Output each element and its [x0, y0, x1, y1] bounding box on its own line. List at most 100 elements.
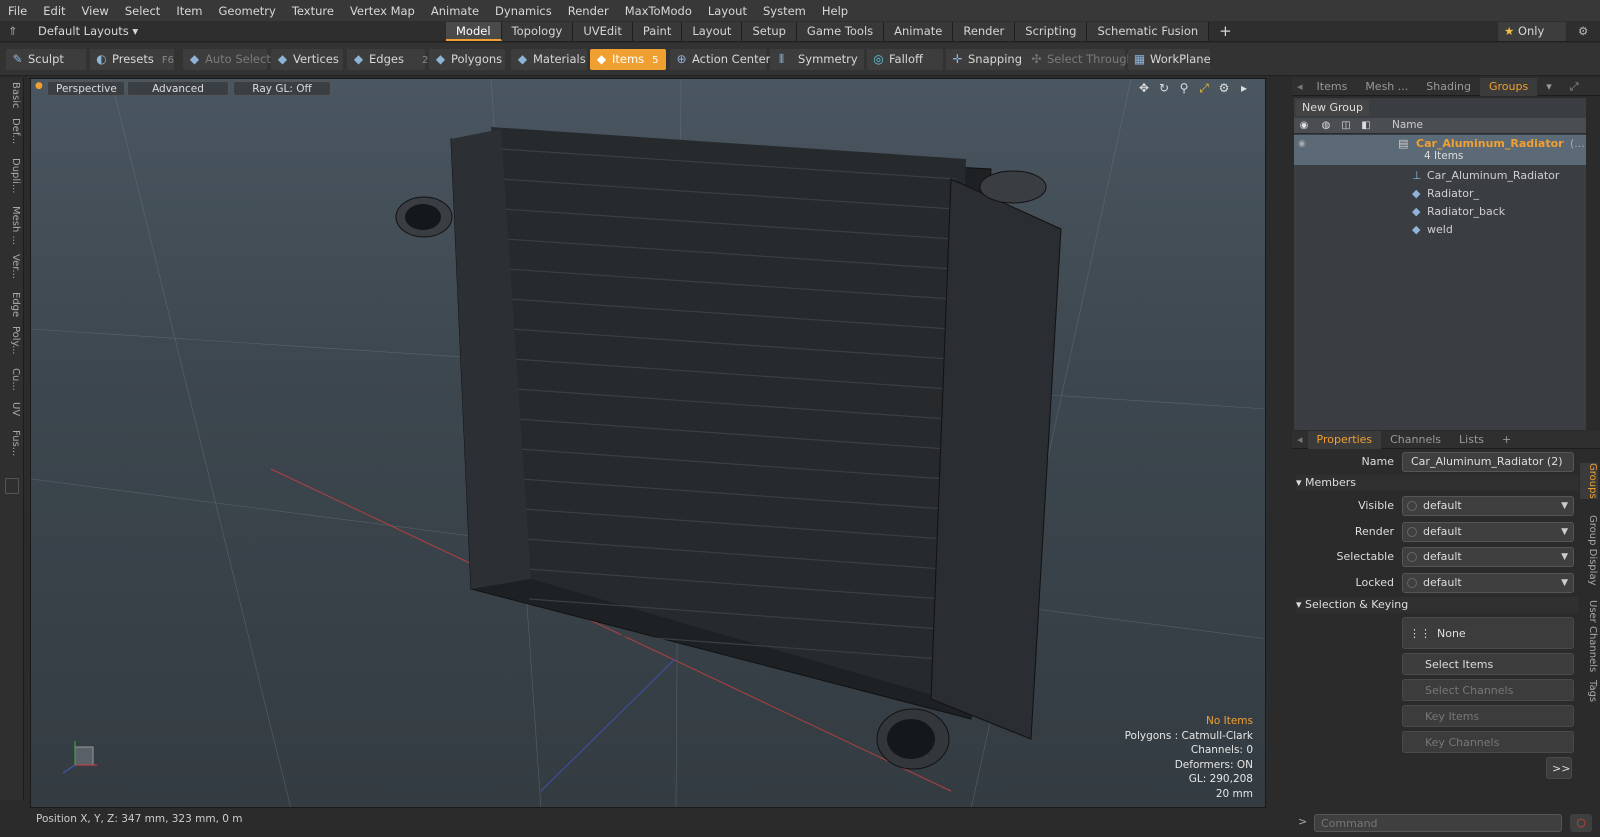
- menu-render[interactable]: Render: [560, 4, 617, 18]
- render-dropdown[interactable]: default ▼: [1402, 522, 1574, 542]
- menu-edit[interactable]: Edit: [35, 4, 73, 18]
- side-tab-tags[interactable]: Tags: [1580, 680, 1598, 702]
- tab-mesh[interactable]: Mesh ...: [1356, 78, 1417, 96]
- falloff-button[interactable]: ◎ Falloff: [867, 49, 943, 70]
- vertices-button[interactable]: ◆Vertices1: [271, 49, 353, 70]
- auto-select-button[interactable]: ◆ Auto Select: [183, 49, 271, 70]
- presets-button[interactable]: ◐ Presets F6: [90, 49, 174, 70]
- raygl-dropdown[interactable]: Ray GL: Off: [233, 81, 331, 96]
- shading-dropdown[interactable]: Advanced: [127, 81, 229, 96]
- tab-layout[interactable]: Layout: [682, 22, 743, 41]
- action-center-button[interactable]: ⊕ Action Center: [670, 49, 770, 70]
- left-tab-mesh[interactable]: Mesh ...: [3, 206, 21, 245]
- left-tab-uv[interactable]: UV: [3, 402, 21, 416]
- layout-expand-icon[interactable]: ⇑: [8, 22, 18, 41]
- left-tab-vertex[interactable]: Ver...: [3, 254, 21, 279]
- render-icon[interactable]: ◍: [1316, 118, 1336, 134]
- tree-item-row[interactable]: ◆ Radiator_: [1294, 185, 1586, 203]
- group-row-radiator[interactable]: ◉ ▤ Car_Aluminum_Radiator (... 4 Items: [1294, 135, 1586, 165]
- symmetry-button[interactable]: ⫴ Symmetry: [770, 49, 864, 70]
- new-group-button[interactable]: New Group: [1296, 100, 1369, 116]
- tab-render[interactable]: Render: [953, 22, 1016, 41]
- panel-expand-icon[interactable]: ⤢: [1561, 78, 1588, 96]
- zoom-icon[interactable]: ⚲: [1177, 81, 1191, 96]
- add-tab-icon[interactable]: +: [1209, 22, 1242, 41]
- edges-button[interactable]: ◆ Edges 2: [347, 49, 428, 70]
- snapping-button[interactable]: ✛ Snapping: [946, 49, 1028, 70]
- record-icon[interactable]: ○: [1570, 814, 1592, 832]
- menu-file[interactable]: File: [0, 4, 35, 18]
- only-toggle[interactable]: ★ Only: [1498, 22, 1566, 41]
- menu-vertex-map[interactable]: Vertex Map: [342, 4, 423, 18]
- viewport-more-icon[interactable]: ▸: [1237, 81, 1251, 96]
- viewport-menu-icon[interactable]: ●: [35, 81, 43, 91]
- tab-model[interactable]: Model: [446, 22, 502, 41]
- menu-view[interactable]: View: [74, 4, 117, 18]
- rotate-icon[interactable]: ↻: [1157, 81, 1171, 96]
- tab-uvedit[interactable]: UVEdit: [573, 22, 633, 41]
- row-eye-icon[interactable]: ◉: [1298, 135, 1306, 153]
- members-section[interactable]: ▾ Members: [1296, 475, 1578, 491]
- menu-item[interactable]: Item: [168, 4, 210, 18]
- left-tab-duplicate[interactable]: Dupli...: [3, 158, 21, 193]
- none-selection-button[interactable]: ⋮⋮ None: [1402, 617, 1574, 649]
- menu-dynamics[interactable]: Dynamics: [487, 4, 560, 18]
- left-tab-polygon[interactable]: Poly...: [3, 326, 21, 355]
- side-tab-user-channels[interactable]: User Channels: [1580, 600, 1598, 672]
- eye-icon[interactable]: ◉: [1294, 118, 1314, 134]
- tree-item-row[interactable]: ◆ Radiator_back: [1294, 203, 1586, 221]
- settings-gear-icon[interactable]: ⚙: [1578, 22, 1588, 41]
- side-tab-group-display[interactable]: Group Display: [1580, 515, 1598, 585]
- selection-keying-section[interactable]: ▾ Selection & Keying: [1296, 597, 1578, 613]
- render-radio[interactable]: [1407, 527, 1417, 537]
- view-mode-dropdown[interactable]: Perspective: [47, 81, 125, 96]
- tab-schematic-fusion[interactable]: Schematic Fusion: [1087, 22, 1210, 41]
- menu-layout[interactable]: Layout: [700, 4, 755, 18]
- more-button[interactable]: >>: [1546, 757, 1572, 779]
- key-items-button[interactable]: Key Items: [1402, 705, 1574, 727]
- lock-icon[interactable]: ◫: [1336, 118, 1356, 134]
- layout-dropdown[interactable]: Default Layouts ▾: [38, 22, 138, 41]
- 3d-viewport[interactable]: ● Perspective Advanced Ray GL: Off ✥ ↻ ⚲…: [30, 78, 1266, 808]
- name-field[interactable]: Car_Aluminum_Radiator (2): [1402, 452, 1574, 472]
- menu-help[interactable]: Help: [814, 4, 856, 18]
- pan-icon[interactable]: ✥: [1137, 81, 1151, 96]
- viewport-settings-icon[interactable]: ⚙: [1217, 81, 1231, 96]
- fit-icon[interactable]: ⤢: [1197, 81, 1211, 96]
- tab-topology[interactable]: Topology: [501, 22, 574, 41]
- workplane-button[interactable]: ▦ WorkPlane: [1128, 49, 1211, 70]
- sculpt-button[interactable]: ✎ Sculpt: [6, 49, 86, 70]
- tab-overflow-icon[interactable]: ▾: [1537, 78, 1561, 96]
- menu-geometry[interactable]: Geometry: [211, 4, 284, 18]
- visible-dropdown[interactable]: default ▼: [1402, 496, 1574, 516]
- tab-items[interactable]: Items: [1308, 78, 1357, 96]
- items-button[interactable]: ◆ Items 5: [590, 49, 666, 70]
- materials-button[interactable]: ◆ Materials: [511, 49, 587, 70]
- side-tab-groups[interactable]: Groups: [1580, 463, 1598, 499]
- select-icon[interactable]: ◧: [1356, 118, 1376, 134]
- menu-select[interactable]: Select: [117, 4, 168, 18]
- command-input[interactable]: [1314, 814, 1562, 832]
- visible-radio[interactable]: [1407, 501, 1417, 511]
- select-items-button[interactable]: Select Items: [1402, 653, 1574, 675]
- menu-maxtomodo[interactable]: MaxToModo: [617, 4, 700, 18]
- selectable-dropdown[interactable]: default ▼: [1402, 547, 1574, 567]
- polygons-button[interactable]: ◆ Polygons: [429, 49, 505, 70]
- tab-groups[interactable]: Groups: [1479, 77, 1538, 96]
- left-tab-deform[interactable]: Def...: [3, 118, 21, 144]
- tab-game-tools[interactable]: Game Tools: [796, 22, 885, 41]
- tree-item-row[interactable]: ⊥ Car_Aluminum_Radiator: [1294, 167, 1586, 185]
- tab-paint[interactable]: Paint: [632, 22, 683, 41]
- selectable-radio[interactable]: [1407, 552, 1417, 562]
- locked-radio[interactable]: [1407, 578, 1417, 588]
- tab-animate[interactable]: Animate: [884, 22, 954, 41]
- key-channels-button[interactable]: Key Channels: [1402, 731, 1574, 753]
- left-tab-fusion[interactable]: Fus...: [3, 430, 21, 456]
- tab-setup[interactable]: Setup: [742, 22, 797, 41]
- menu-animate[interactable]: Animate: [423, 4, 487, 18]
- tab-shading[interactable]: Shading: [1417, 78, 1480, 96]
- left-tab-curve[interactable]: Cu...: [3, 368, 21, 391]
- left-tab-expand-button[interactable]: [5, 478, 19, 494]
- menu-texture[interactable]: Texture: [284, 4, 342, 18]
- left-tab-basic[interactable]: Basic: [3, 82, 21, 108]
